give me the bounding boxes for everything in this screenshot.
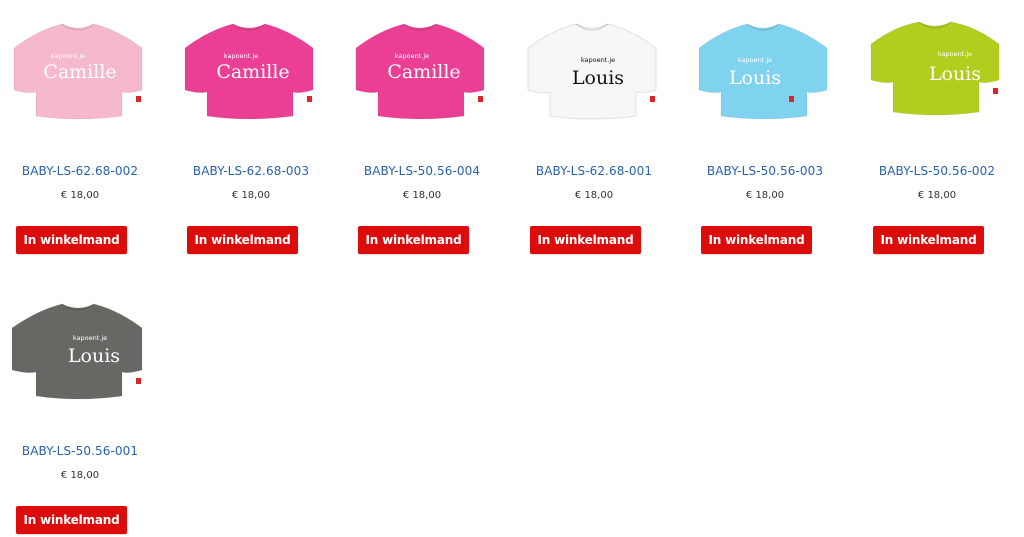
product-image[interactable]: kapoent.je Louis (693, 8, 833, 138)
add-to-cart-button[interactable]: In winkelmand (187, 226, 298, 254)
label-tag (650, 96, 655, 102)
product-grid: kapoent.je Camille BABY-LS-62.68-002 € 1… (0, 0, 1024, 537)
add-to-cart-button[interactable]: In winkelmand (701, 226, 812, 254)
tshirt-image: kapoent.je Louis (698, 23, 828, 120)
product-sku-link[interactable]: BABY-LS-62.68-001 (514, 164, 674, 178)
add-to-cart-button[interactable]: In winkelmand (358, 226, 469, 254)
add-to-cart-button[interactable]: In winkelmand (530, 226, 641, 254)
tshirt-image: kapoent.je Louis (527, 23, 657, 120)
product-sku-link[interactable]: BABY-LS-50.56-004 (342, 164, 502, 178)
product-price: € 18,00 (574, 190, 614, 201)
shirt-brand-print: kapoent.je (738, 56, 772, 64)
product-image[interactable]: kapoent.je Camille (8, 8, 148, 138)
product-sku-link[interactable]: BABY-LS-50.56-003 (685, 164, 845, 178)
tshirt-image: kapoent.je Louis (11, 303, 143, 400)
product-sku-link[interactable]: BABY-LS-50.56-002 (857, 164, 1017, 178)
product-image[interactable]: kapoent.je Louis (522, 8, 662, 138)
product-sku-link[interactable]: BABY-LS-62.68-003 (171, 164, 331, 178)
product-price: € 18,00 (402, 190, 442, 201)
tshirt-image: kapoent.je Camille (355, 23, 485, 120)
product-price: € 18,00 (60, 190, 100, 201)
product-price: € 18,00 (60, 470, 100, 481)
add-to-cart-button[interactable]: In winkelmand (16, 506, 127, 534)
shirt-name-print: Louis (68, 345, 120, 367)
label-tag (789, 96, 794, 102)
tshirt-image: kapoent.je Camille (184, 23, 314, 120)
product-sku-link[interactable]: BABY-LS-62.68-002 (0, 164, 160, 178)
shirt-name-print: Camille (387, 61, 460, 83)
label-tag (307, 96, 312, 102)
product-price: € 18,00 (231, 190, 271, 201)
shirt-brand-print: kapoent.je (395, 52, 429, 60)
product-sku-link[interactable]: BABY-LS-50.56-001 (0, 444, 160, 458)
shirt-brand-print: kapoent.je (73, 334, 107, 342)
shirt-name-print: Louis (929, 63, 981, 85)
label-tag (478, 96, 483, 102)
product-image[interactable]: kapoent.je Camille (179, 8, 319, 138)
shirt-name-print: Camille (216, 61, 289, 83)
product-price: € 18,00 (917, 190, 957, 201)
product-image[interactable]: kapoent.je Louis (8, 288, 148, 418)
shirt-brand-print: kapoent.je (224, 52, 258, 60)
shirt-brand-print: kapoent.je (581, 56, 615, 64)
shirt-name-print: Louis (572, 67, 624, 89)
tshirt-image: kapoent.je Camille (13, 23, 143, 120)
label-tag (136, 96, 141, 102)
tshirt-image: kapoent.je Louis (870, 21, 1000, 116)
product-image[interactable]: kapoent.je Camille (350, 8, 490, 138)
label-tag (993, 88, 998, 94)
shirt-brand-print: kapoent.je (938, 50, 972, 58)
product-price: € 18,00 (745, 190, 785, 201)
shirt-name-print: Louis (729, 67, 781, 89)
product-image[interactable]: kapoent.je Louis (865, 8, 1005, 138)
add-to-cart-button[interactable]: In winkelmand (16, 226, 127, 254)
shirt-name-print: Camille (43, 61, 116, 83)
shirt-brand-print: kapoent.je (51, 52, 85, 60)
label-tag (136, 378, 141, 384)
add-to-cart-button[interactable]: In winkelmand (873, 226, 984, 254)
